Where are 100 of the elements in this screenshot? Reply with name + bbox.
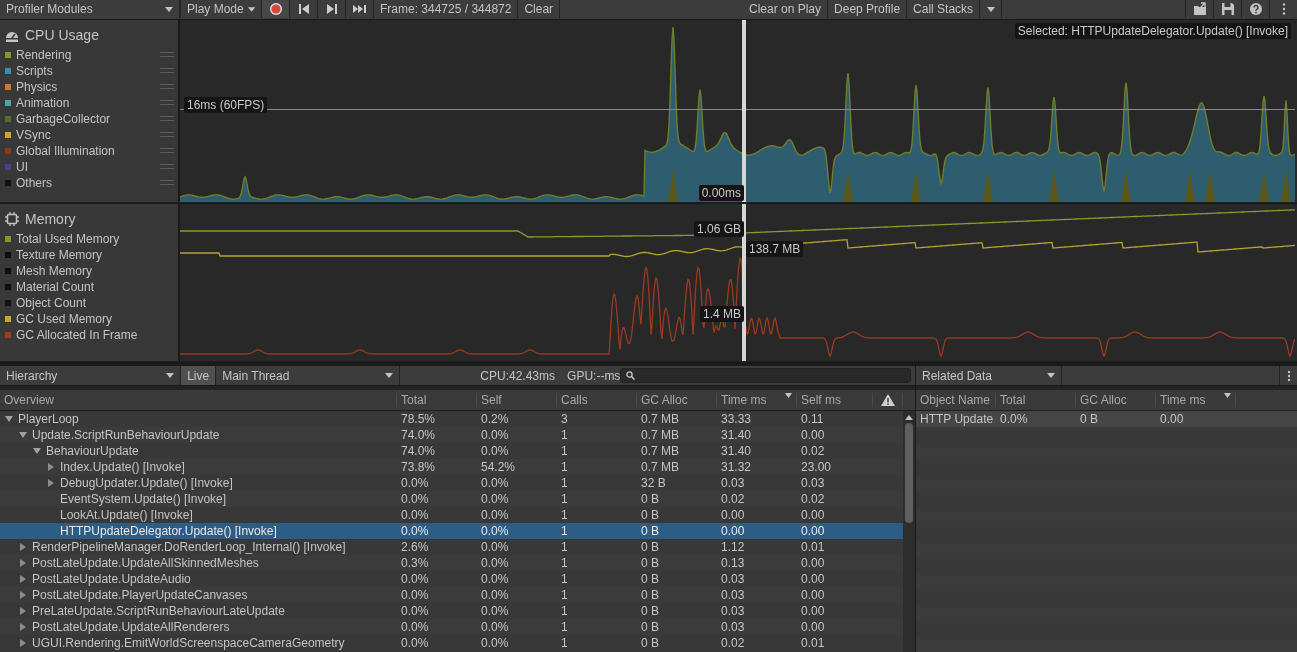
- table-cell-text: 0.03: [720, 572, 746, 586]
- column-header[interactable]: Total: [996, 393, 1076, 407]
- more-options-icon: [1286, 369, 1291, 382]
- expand-arrow-icon[interactable]: [18, 542, 28, 552]
- table-cell-text: HTTP Update: [919, 412, 995, 426]
- expand-arrow-icon[interactable]: [4, 414, 14, 424]
- legend-label[interactable]: Total Used Memory: [16, 232, 174, 246]
- table-cell-text: 0.03: [720, 588, 746, 602]
- table-cell-text: 33.33: [720, 412, 753, 426]
- table-cell-text: 0.0%: [480, 476, 510, 490]
- fast-forward-icon: [352, 2, 367, 16]
- table-cell-text: 1: [560, 604, 569, 618]
- legend-label[interactable]: GC Used Memory: [16, 312, 174, 326]
- expand-arrow-icon[interactable]: [18, 638, 28, 648]
- column-header[interactable]: Overview: [0, 393, 397, 407]
- table-cell-text: 0.0%: [480, 540, 510, 554]
- expand-arrow-icon[interactable]: [18, 622, 28, 632]
- legend-label[interactable]: Mesh Memory: [16, 264, 174, 278]
- chart-value-label: 138.7 MB: [746, 241, 804, 257]
- table-cell-text: 1: [560, 476, 569, 490]
- column-header[interactable]: Self: [477, 393, 557, 407]
- legend-label[interactable]: GarbageCollector: [16, 112, 155, 126]
- drag-handle-icon[interactable]: [160, 100, 174, 106]
- legend-label[interactable]: Texture Memory: [16, 248, 174, 262]
- legend-label[interactable]: UI: [16, 160, 155, 174]
- table-cell-text: 1: [560, 572, 569, 586]
- column-header[interactable]: Object Name: [916, 393, 996, 407]
- table-cell-text: 0.7 MB: [640, 428, 680, 442]
- expand-arrow-icon[interactable]: [18, 558, 28, 568]
- module-title[interactable]: CPU Usage: [25, 27, 99, 43]
- tree-item-label: PreLateUpdate.ScriptRunBehaviourLateUpdate: [32, 604, 285, 618]
- dropdown-caret-icon: [247, 6, 255, 12]
- table-cell-text: 0.00: [800, 572, 826, 586]
- save-icon: [1220, 2, 1235, 16]
- legend-label[interactable]: Scripts: [16, 64, 155, 78]
- table-cell-text: 0.0%: [999, 412, 1029, 426]
- column-header[interactable]: Total: [397, 393, 477, 407]
- module-title[interactable]: Memory: [25, 211, 76, 227]
- table-cell-text: 0.7 MB: [640, 460, 680, 474]
- dropdown-caret-icon: [165, 6, 173, 12]
- table-cell-text: 78.5%: [400, 412, 437, 426]
- table-cell-text: 2.6%: [400, 540, 430, 554]
- drag-handle-icon[interactable]: [160, 148, 174, 154]
- expand-arrow-icon[interactable]: [18, 574, 28, 584]
- legend-label[interactable]: Object Count: [16, 296, 174, 310]
- drag-handle-icon[interactable]: [160, 164, 174, 170]
- table-row[interactable]: HTTP Update 0.0% 0 B 0.00: [916, 411, 1297, 427]
- table-cell-text: 31.32: [720, 460, 753, 474]
- legend-label[interactable]: Global Illumination: [16, 144, 155, 158]
- drag-handle-icon[interactable]: [160, 116, 174, 122]
- record-button[interactable]: [262, 0, 290, 18]
- drag-handle-icon[interactable]: [160, 68, 174, 74]
- scrollbar-thumb[interactable]: [905, 423, 913, 523]
- dropdown-caret-icon: [1047, 373, 1055, 378]
- column-header[interactable]: Calls: [557, 393, 637, 407]
- legend-label[interactable]: Physics: [16, 80, 155, 94]
- scroll-up-arrow-icon[interactable]: [905, 415, 913, 420]
- table-cell-text: 0.0%: [480, 428, 510, 442]
- warning-icon[interactable]: [880, 394, 895, 406]
- legend-label[interactable]: Animation: [16, 96, 155, 110]
- legend-label[interactable]: VSync: [16, 128, 155, 142]
- drag-handle-icon[interactable]: [160, 132, 174, 138]
- table-cell-text: 0.00: [800, 508, 826, 522]
- drag-handle-icon[interactable]: [160, 180, 174, 186]
- legend-label[interactable]: Others: [16, 176, 155, 190]
- table-cell-text: 1: [560, 460, 569, 474]
- table-cell-text: 0.00: [800, 428, 826, 442]
- tree-item-label: PostLateUpdate.UpdateAudio: [32, 572, 191, 586]
- column-header[interactable]: Time ms: [717, 393, 797, 407]
- table-cell-text: 0.0%: [480, 508, 510, 522]
- column-header[interactable]: Self ms: [797, 393, 873, 407]
- table-cell-text: 0 B: [640, 636, 660, 650]
- table-cell-text: 32 B: [640, 476, 667, 490]
- expand-arrow-icon[interactable]: [18, 430, 28, 440]
- search-field[interactable]: [620, 368, 911, 383]
- expand-arrow-icon[interactable]: [32, 446, 42, 456]
- drag-handle-icon[interactable]: [160, 84, 174, 90]
- table-cell-text: 0.00: [800, 524, 826, 538]
- scrollbar-track[interactable]: [903, 411, 915, 652]
- table-cell-text: 0.0%: [480, 524, 510, 538]
- expand-arrow-icon[interactable]: [46, 462, 56, 472]
- expand-arrow-icon[interactable]: [18, 606, 28, 616]
- cpu-time-label: CPU:42.43ms: [480, 368, 556, 383]
- column-header[interactable]: GC Alloc: [637, 393, 717, 407]
- table-cell-text: 0.00: [1159, 412, 1185, 426]
- legend-label[interactable]: GC Allocated In Frame: [16, 328, 174, 342]
- legend-label[interactable]: Material Count: [16, 280, 174, 294]
- drag-handle-icon[interactable]: [160, 52, 174, 58]
- table-cell-text: 0.11: [800, 412, 825, 426]
- tree-row[interactable]: HTTPUpdateDelegator.Update() [Invoke] 0.0% 0.0% 1 0 B 0.00 0.00: [0, 523, 903, 539]
- expand-arrow-icon[interactable]: [46, 478, 56, 488]
- table-cell-text: 74.0%: [400, 428, 437, 442]
- live-toggle[interactable]: Live: [181, 366, 217, 385]
- chart-value-label: Selected: HTTPUpdateDelegator.Update() [Invoke]: [1014, 23, 1291, 39]
- tree-item-label: RenderPipelineManager.DoRenderLoop_Internal() [Invoke]: [32, 540, 346, 554]
- dropdown-caret-icon: [986, 6, 995, 12]
- legend-label[interactable]: Rendering: [16, 48, 155, 62]
- column-header[interactable]: Time ms: [1156, 393, 1236, 407]
- column-header[interactable]: GC Alloc: [1076, 393, 1156, 407]
- expand-arrow-icon[interactable]: [18, 590, 28, 600]
